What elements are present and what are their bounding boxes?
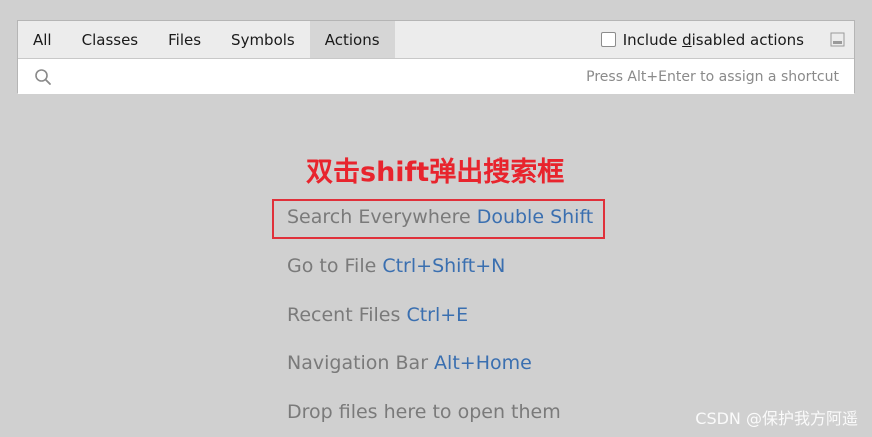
search-everywhere-popup: All Classes Files Symbols Actions Includ…: [17, 20, 855, 95]
tab-spacer: [395, 21, 601, 58]
watermark-text: CSDN @保护我方阿遥: [695, 409, 858, 428]
hint-recent-files: Recent Files Ctrl+E: [287, 304, 468, 326]
hint-shortcut: Ctrl+E: [406, 304, 469, 326]
tab-files[interactable]: Files: [153, 21, 216, 58]
search-input[interactable]: [62, 58, 587, 95]
hint-shortcut: Ctrl+Shift+N: [382, 255, 506, 277]
include-disabled-label: Include disabled actions: [622, 30, 804, 49]
hint-label: Recent Files: [287, 304, 407, 326]
hint-search-everywhere: Search Everywhere Double Shift: [287, 206, 593, 228]
search-row: Press Alt+Enter to assign a shortcut: [18, 58, 854, 95]
include-disabled-checkbox[interactable]: [600, 32, 616, 47]
search-icon: [35, 68, 51, 85]
dock-window-icon[interactable]: [820, 21, 854, 58]
hint-shortcut: Alt+Home: [434, 352, 532, 374]
tab-bar: All Classes Files Symbols Actions Includ…: [18, 21, 854, 59]
annotation-text: 双击shift弹出搜索框: [306, 157, 565, 188]
include-disabled-actions-option[interactable]: Include disabled actions: [600, 21, 820, 58]
hint-go-to-file: Go to File Ctrl+Shift+N: [287, 255, 505, 277]
hint-label: Go to File: [287, 255, 383, 277]
tab-symbols[interactable]: Symbols: [216, 21, 310, 58]
tab-classes[interactable]: Classes: [67, 21, 154, 58]
tab-actions[interactable]: Actions: [309, 21, 395, 58]
tab-all[interactable]: All: [18, 21, 67, 58]
hint-label: Navigation Bar: [287, 352, 435, 374]
hint-label: Drop files here to open them: [287, 401, 561, 423]
hint-label: Search Everywhere: [287, 206, 477, 228]
search-hint-text: Press Alt+Enter to assign a shortcut: [586, 68, 839, 85]
hint-shortcut: Double Shift: [476, 206, 594, 228]
hint-navigation-bar: Navigation Bar Alt+Home: [287, 352, 532, 374]
hint-drop-files: Drop files here to open them: [287, 401, 561, 423]
